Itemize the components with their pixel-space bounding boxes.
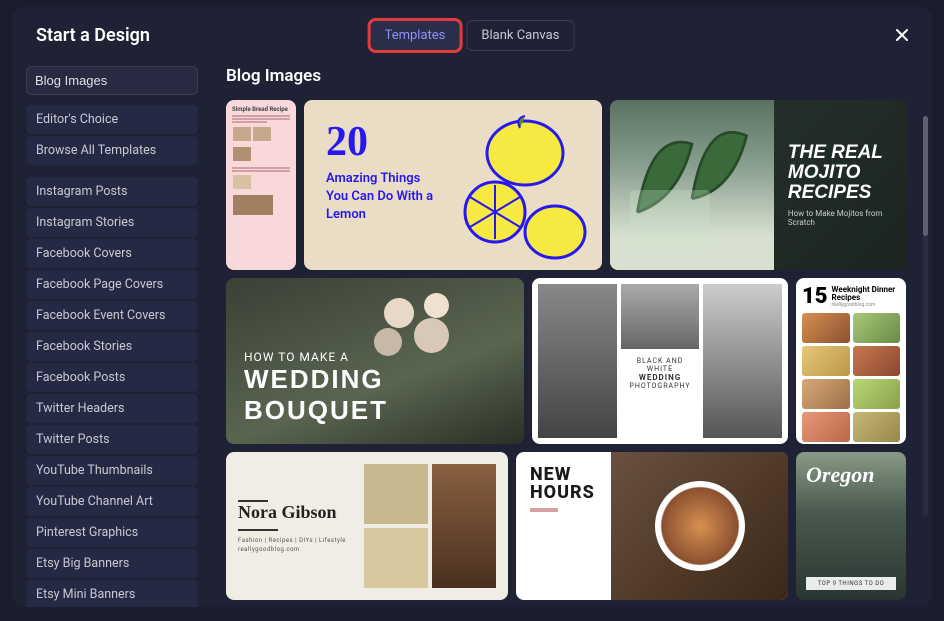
start-design-modal: Start a Design Templates Blank Canvas Ed… <box>12 7 932 607</box>
scrollbar[interactable] <box>923 116 928 516</box>
modal-body: Editor's Choice Browse All Templates Ins… <box>12 56 932 607</box>
sidebar-top-group: Editor's Choice Browse All Templates <box>26 105 198 165</box>
close-icon <box>894 27 910 43</box>
sidebar-item-twitter-headers[interactable]: Twitter Headers <box>26 394 198 423</box>
template-number: 20 <box>326 118 440 166</box>
sidebar-item-etsy-big-banners[interactable]: Etsy Big Banners <box>26 549 198 578</box>
template-tags: Fashion | Recipes | DIYs | Lifestyle <box>238 537 354 544</box>
sidebar-item-facebook-covers[interactable]: Facebook Covers <box>26 239 198 268</box>
sidebar-item-etsy-mini-banners[interactable]: Etsy Mini Banners <box>26 580 198 607</box>
scrollbar-thumb[interactable] <box>923 116 928 236</box>
mode-tabs: Templates Blank Canvas <box>370 20 575 51</box>
template-url: reallygoodblog.com <box>238 546 354 553</box>
tab-templates[interactable]: Templates <box>370 20 461 51</box>
lemon-icon <box>520 197 590 267</box>
template-row: HOW TO MAKE A WEDDING BOUQUET BLACK AND … <box>226 278 914 444</box>
sidebar-item-instagram-posts[interactable]: Instagram Posts <box>26 177 198 206</box>
template-text: BLACK AND WHITE WEDDING PHOTOGRAPHY <box>621 353 700 394</box>
sidebar-item-facebook-stories[interactable]: Facebook Stories <box>26 332 198 361</box>
template-card-nora-gibson[interactable]: Nora Gibson Fashion | Recipes | DIYs | L… <box>226 452 508 600</box>
template-card-bread-recipe[interactable]: Simple Bread Recipe <box>226 100 296 270</box>
template-card-wedding-photography[interactable]: BLACK AND WHITE WEDDING PHOTOGRAPHY <box>532 278 788 444</box>
template-title: Oregon <box>806 462 896 488</box>
sidebar-categories: Instagram Posts Instagram Stories Facebo… <box>26 177 198 607</box>
template-row: Simple Bread Recipe 20 Amazing Things Yo… <box>226 100 914 270</box>
sidebar-item-youtube-thumbnails[interactable]: YouTube Thumbnails <box>26 456 198 485</box>
close-button[interactable] <box>894 27 910 48</box>
modal-title: Start a Design <box>36 25 150 46</box>
template-subtitle: How to Make Mojitos from Scratch <box>788 209 894 227</box>
template-gallery: Blog Images Simple Bread Recipe <box>212 56 932 607</box>
template-grid: Simple Bread Recipe 20 Amazing Things Yo… <box>226 100 914 600</box>
template-row: Nora Gibson Fashion | Recipes | DIYs | L… <box>226 452 914 600</box>
template-card-dinner-recipes[interactable]: 15 Weeknight Dinner Recipes reallygoodbl… <box>796 278 906 444</box>
sidebar-item-instagram-stories[interactable]: Instagram Stories <box>26 208 198 237</box>
template-url: reallygoodblog.com <box>832 302 900 308</box>
template-heading: THE REAL MOJITO RECIPES <box>788 143 894 203</box>
template-title: Simple Bread Recipe <box>232 106 290 113</box>
template-subtitle: TOP 9 THINGS TO DO <box>806 577 896 590</box>
sidebar-item-editors-choice[interactable]: Editor's Choice <box>26 105 198 134</box>
template-card-lemon[interactable]: 20 Amazing Things You Can Do With a Lemo… <box>304 100 602 270</box>
sidebar-item-facebook-page-covers[interactable]: Facebook Page Covers <box>26 270 198 299</box>
sidebar-item-twitter-posts[interactable]: Twitter Posts <box>26 425 198 454</box>
template-text: Amazing Things You Can Do With a Lemon <box>326 170 440 225</box>
sidebar-item-facebook-event-covers[interactable]: Facebook Event Covers <box>26 301 198 330</box>
template-name: Nora Gibson <box>238 502 354 523</box>
search-input[interactable] <box>35 73 211 88</box>
template-card-mojito[interactable]: THE REAL MOJITO RECIPES How to Make Moji… <box>610 100 908 270</box>
template-title: Weeknight Dinner Recipes <box>832 286 900 302</box>
template-number: 15 <box>802 284 828 309</box>
template-heading: NEW HOURS <box>530 466 597 502</box>
sidebar-item-facebook-posts[interactable]: Facebook Posts <box>26 363 198 392</box>
template-card-oregon[interactable]: Oregon TOP 9 THINGS TO DO <box>796 452 906 600</box>
tab-blank-canvas[interactable]: Blank Canvas <box>466 20 574 51</box>
gallery-title: Blog Images <box>226 66 914 86</box>
sidebar-item-browse-all[interactable]: Browse All Templates <box>26 136 198 165</box>
search-box <box>26 66 198 95</box>
template-card-new-hours[interactable]: NEW HOURS <box>516 452 788 600</box>
sidebar-item-youtube-channel-art[interactable]: YouTube Channel Art <box>26 487 198 516</box>
template-card-wedding-bouquet[interactable]: HOW TO MAKE A WEDDING BOUQUET <box>226 278 524 444</box>
modal-header: Start a Design Templates Blank Canvas <box>12 7 932 56</box>
sidebar: Editor's Choice Browse All Templates Ins… <box>12 56 212 607</box>
sidebar-item-pinterest-graphics[interactable]: Pinterest Graphics <box>26 518 198 547</box>
